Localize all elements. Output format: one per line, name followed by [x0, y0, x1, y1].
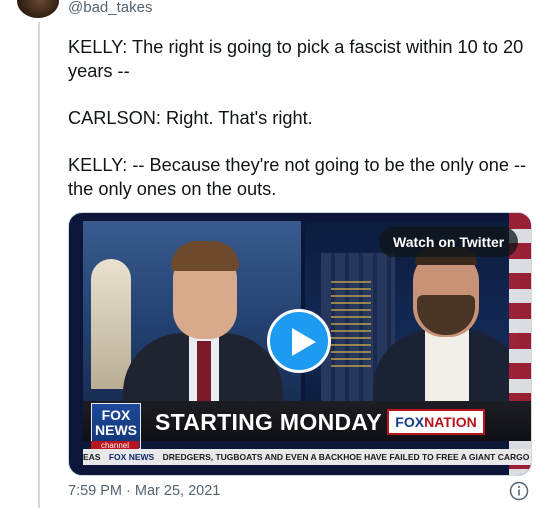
- ticker-brand: FOX NEWS: [108, 452, 155, 462]
- city-lights: [331, 281, 371, 371]
- play-button[interactable]: [267, 309, 331, 373]
- fox-nation-nation: NATION: [424, 414, 477, 430]
- tweet-paragraph: KELLY: -- Because they're not going to b…: [68, 155, 527, 199]
- fox-nation-logo: FOXNATION: [387, 409, 485, 435]
- author-handle[interactable]: @bad_takes: [68, 0, 152, 16]
- capitol-backdrop: [91, 259, 131, 389]
- fox-nation-fox: FOX: [395, 414, 425, 430]
- tweet-paragraph: CARLSON: Right. That's right.: [68, 108, 313, 128]
- watch-on-twitter-button[interactable]: Watch on Twitter: [379, 227, 519, 257]
- info-icon[interactable]: [509, 481, 529, 501]
- banner-headline: STARTING MONDAY: [155, 409, 382, 435]
- tweet-timestamp[interactable]: 7:59 PM · Mar 25, 2021: [68, 483, 220, 499]
- play-icon: [292, 328, 316, 356]
- host-hair: [171, 241, 239, 271]
- tweet-paragraph: KELLY: The right is going to pick a fasc…: [68, 37, 524, 81]
- tweet-text: KELLY: The right is going to pick a fasc…: [68, 35, 528, 224]
- ticker-text: DREDGERS, TUGBOATS AND EVEN A BACKHOE HA…: [162, 452, 530, 462]
- video-left-panel: [83, 221, 301, 417]
- video-player[interactable]: Watch on Twitter FOX NEWS channel STARTI…: [68, 212, 532, 476]
- ticker-left: EAS: [83, 452, 101, 462]
- news-ticker: EAS FOX NEWS DREDGERS, TUGBOATS AND EVEN…: [83, 449, 531, 465]
- logo-line1: FOX: [101, 407, 131, 423]
- thread-line: [38, 22, 40, 508]
- logo-line2: NEWS: [95, 422, 137, 438]
- avatar[interactable]: [17, 0, 59, 18]
